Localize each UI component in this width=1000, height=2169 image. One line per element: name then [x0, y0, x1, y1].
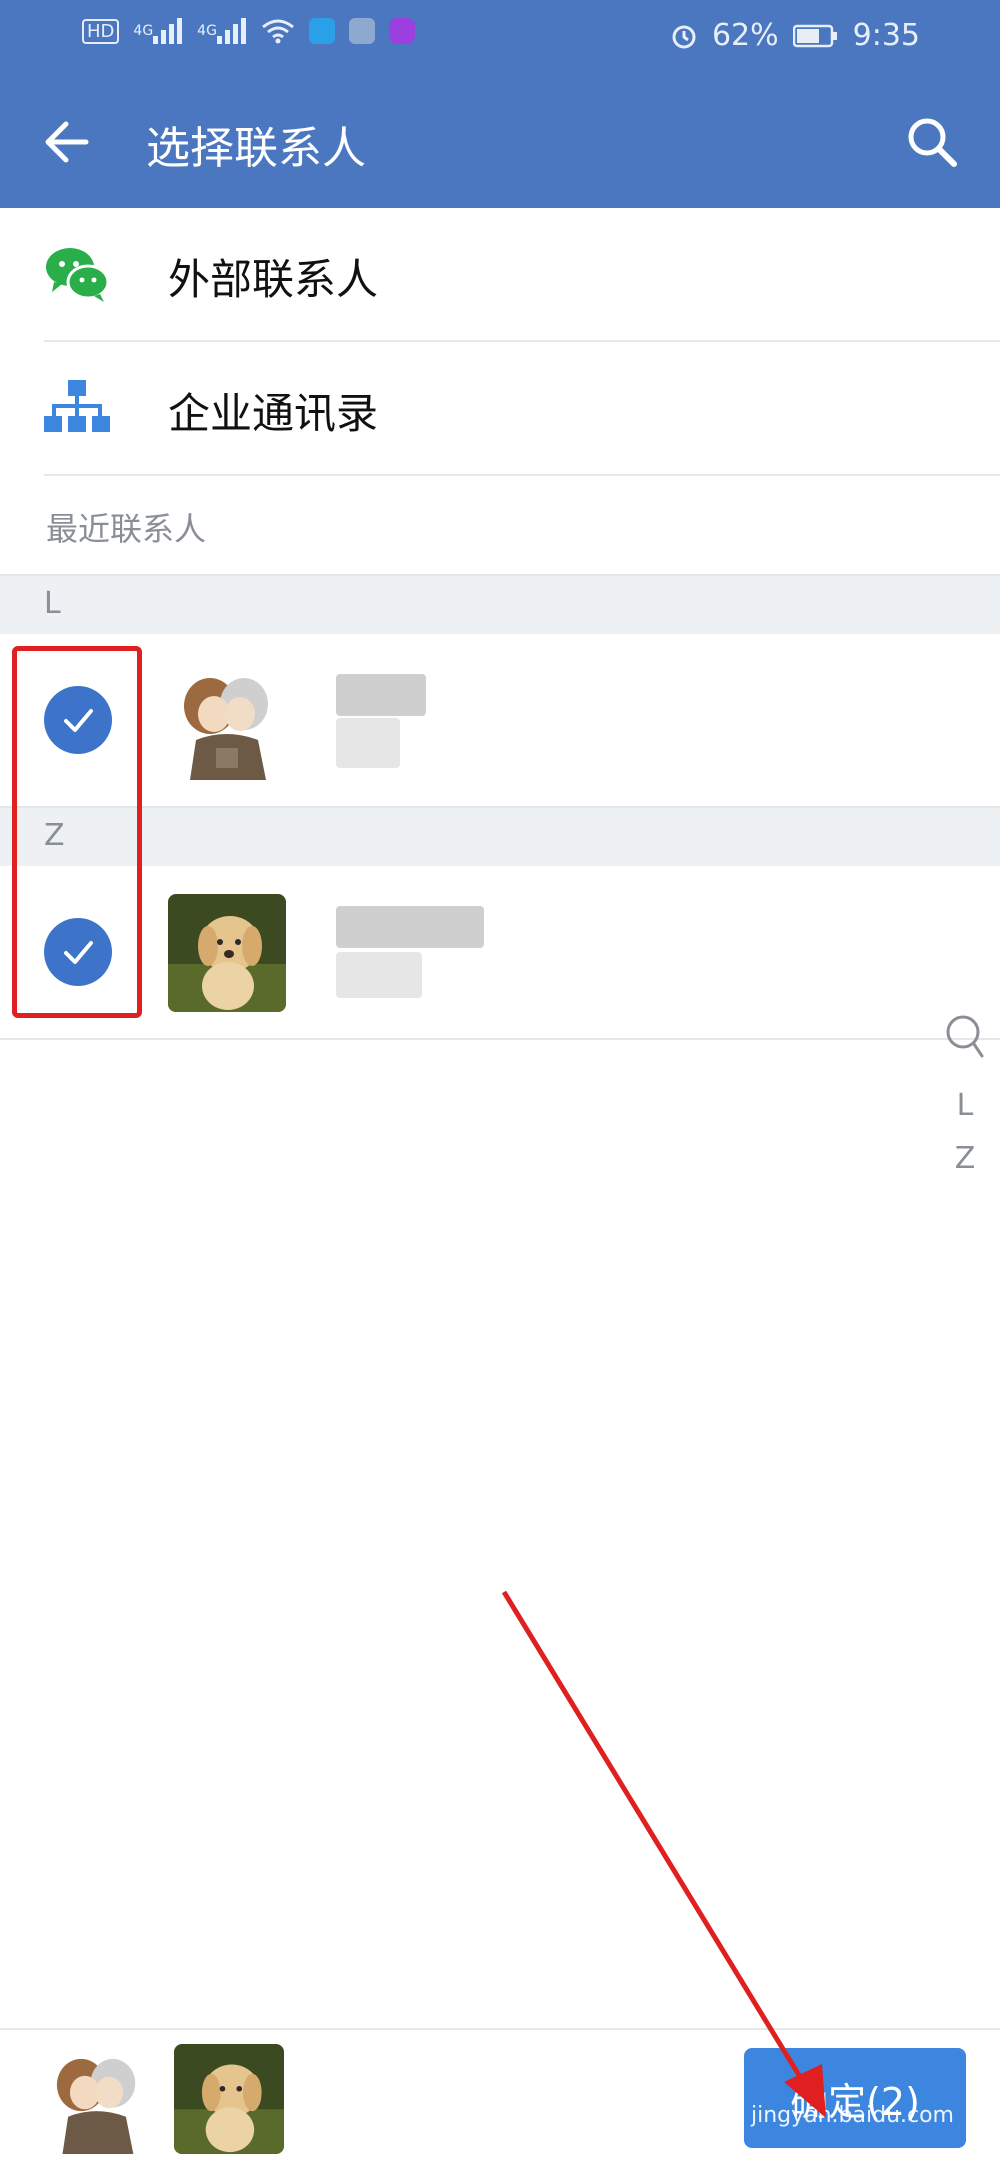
redacted-name — [336, 952, 422, 998]
recent-contacts-heading: 最近联系人 — [46, 510, 207, 548]
contact-row[interactable] — [0, 634, 1000, 806]
annotation-highlight-box — [12, 646, 142, 1018]
back-button[interactable] — [38, 112, 98, 172]
watermark: jingyan.baidu.com — [750, 2103, 954, 2128]
battery-icon — [792, 24, 839, 48]
redacted-name — [336, 718, 400, 768]
alphabet-index-bar[interactable]: L Z — [942, 1010, 988, 1176]
battery-percent: 62% — [711, 18, 779, 53]
search-icon — [908, 118, 957, 167]
search-icon[interactable] — [945, 1010, 985, 1066]
clock: 9:35 — [852, 18, 920, 53]
divider — [0, 1038, 1000, 1040]
redacted-name — [336, 674, 426, 716]
network-type-label: 4G — [133, 23, 154, 39]
letter-section-header: Z — [0, 806, 1000, 868]
arrow-left-icon — [45, 121, 89, 163]
company-directory-entry[interactable]: 企业通讯录 — [0, 342, 1000, 474]
redacted-name — [336, 906, 484, 948]
app-icon — [348, 18, 375, 44]
entry-label: 外部联系人 — [168, 255, 379, 304]
divider — [44, 474, 1000, 476]
index-letter-l[interactable]: L — [942, 1088, 988, 1123]
letter-section-header: L — [0, 574, 1000, 636]
shield-app-icon — [308, 18, 335, 44]
wechat-icon — [46, 248, 110, 302]
selected-avatar[interactable] — [174, 2044, 284, 2154]
status-bar: HD 4G 4G 62% 9:35 — [0, 0, 1000, 78]
org-chart-icon — [44, 380, 110, 432]
wifi-icon — [261, 18, 295, 44]
contact-row[interactable] — [0, 866, 1000, 1038]
entry-label: 企业通讯录 — [168, 389, 379, 438]
alarm-icon — [670, 22, 698, 50]
external-contacts-entry[interactable]: 外部联系人 — [0, 208, 1000, 340]
confirm-button[interactable]: 确定(2) — [744, 2048, 966, 2148]
signal-icon: 4G — [197, 18, 247, 44]
avatar — [168, 894, 286, 1012]
selection-bar: 确定(2) — [0, 2028, 1000, 2169]
selected-avatar[interactable] — [42, 2044, 152, 2154]
signal-icon: 4G — [133, 18, 183, 44]
search-button[interactable] — [902, 112, 962, 172]
app-header: 选择联系人 — [0, 78, 1000, 208]
index-letter-z[interactable]: Z — [942, 1141, 988, 1176]
page-title: 选择联系人 — [146, 123, 366, 174]
hd-icon: HD — [82, 18, 120, 44]
network-type-label: 4G — [197, 23, 217, 39]
video-app-icon — [388, 18, 415, 44]
section-letter: L — [44, 586, 61, 621]
avatar — [168, 662, 286, 780]
